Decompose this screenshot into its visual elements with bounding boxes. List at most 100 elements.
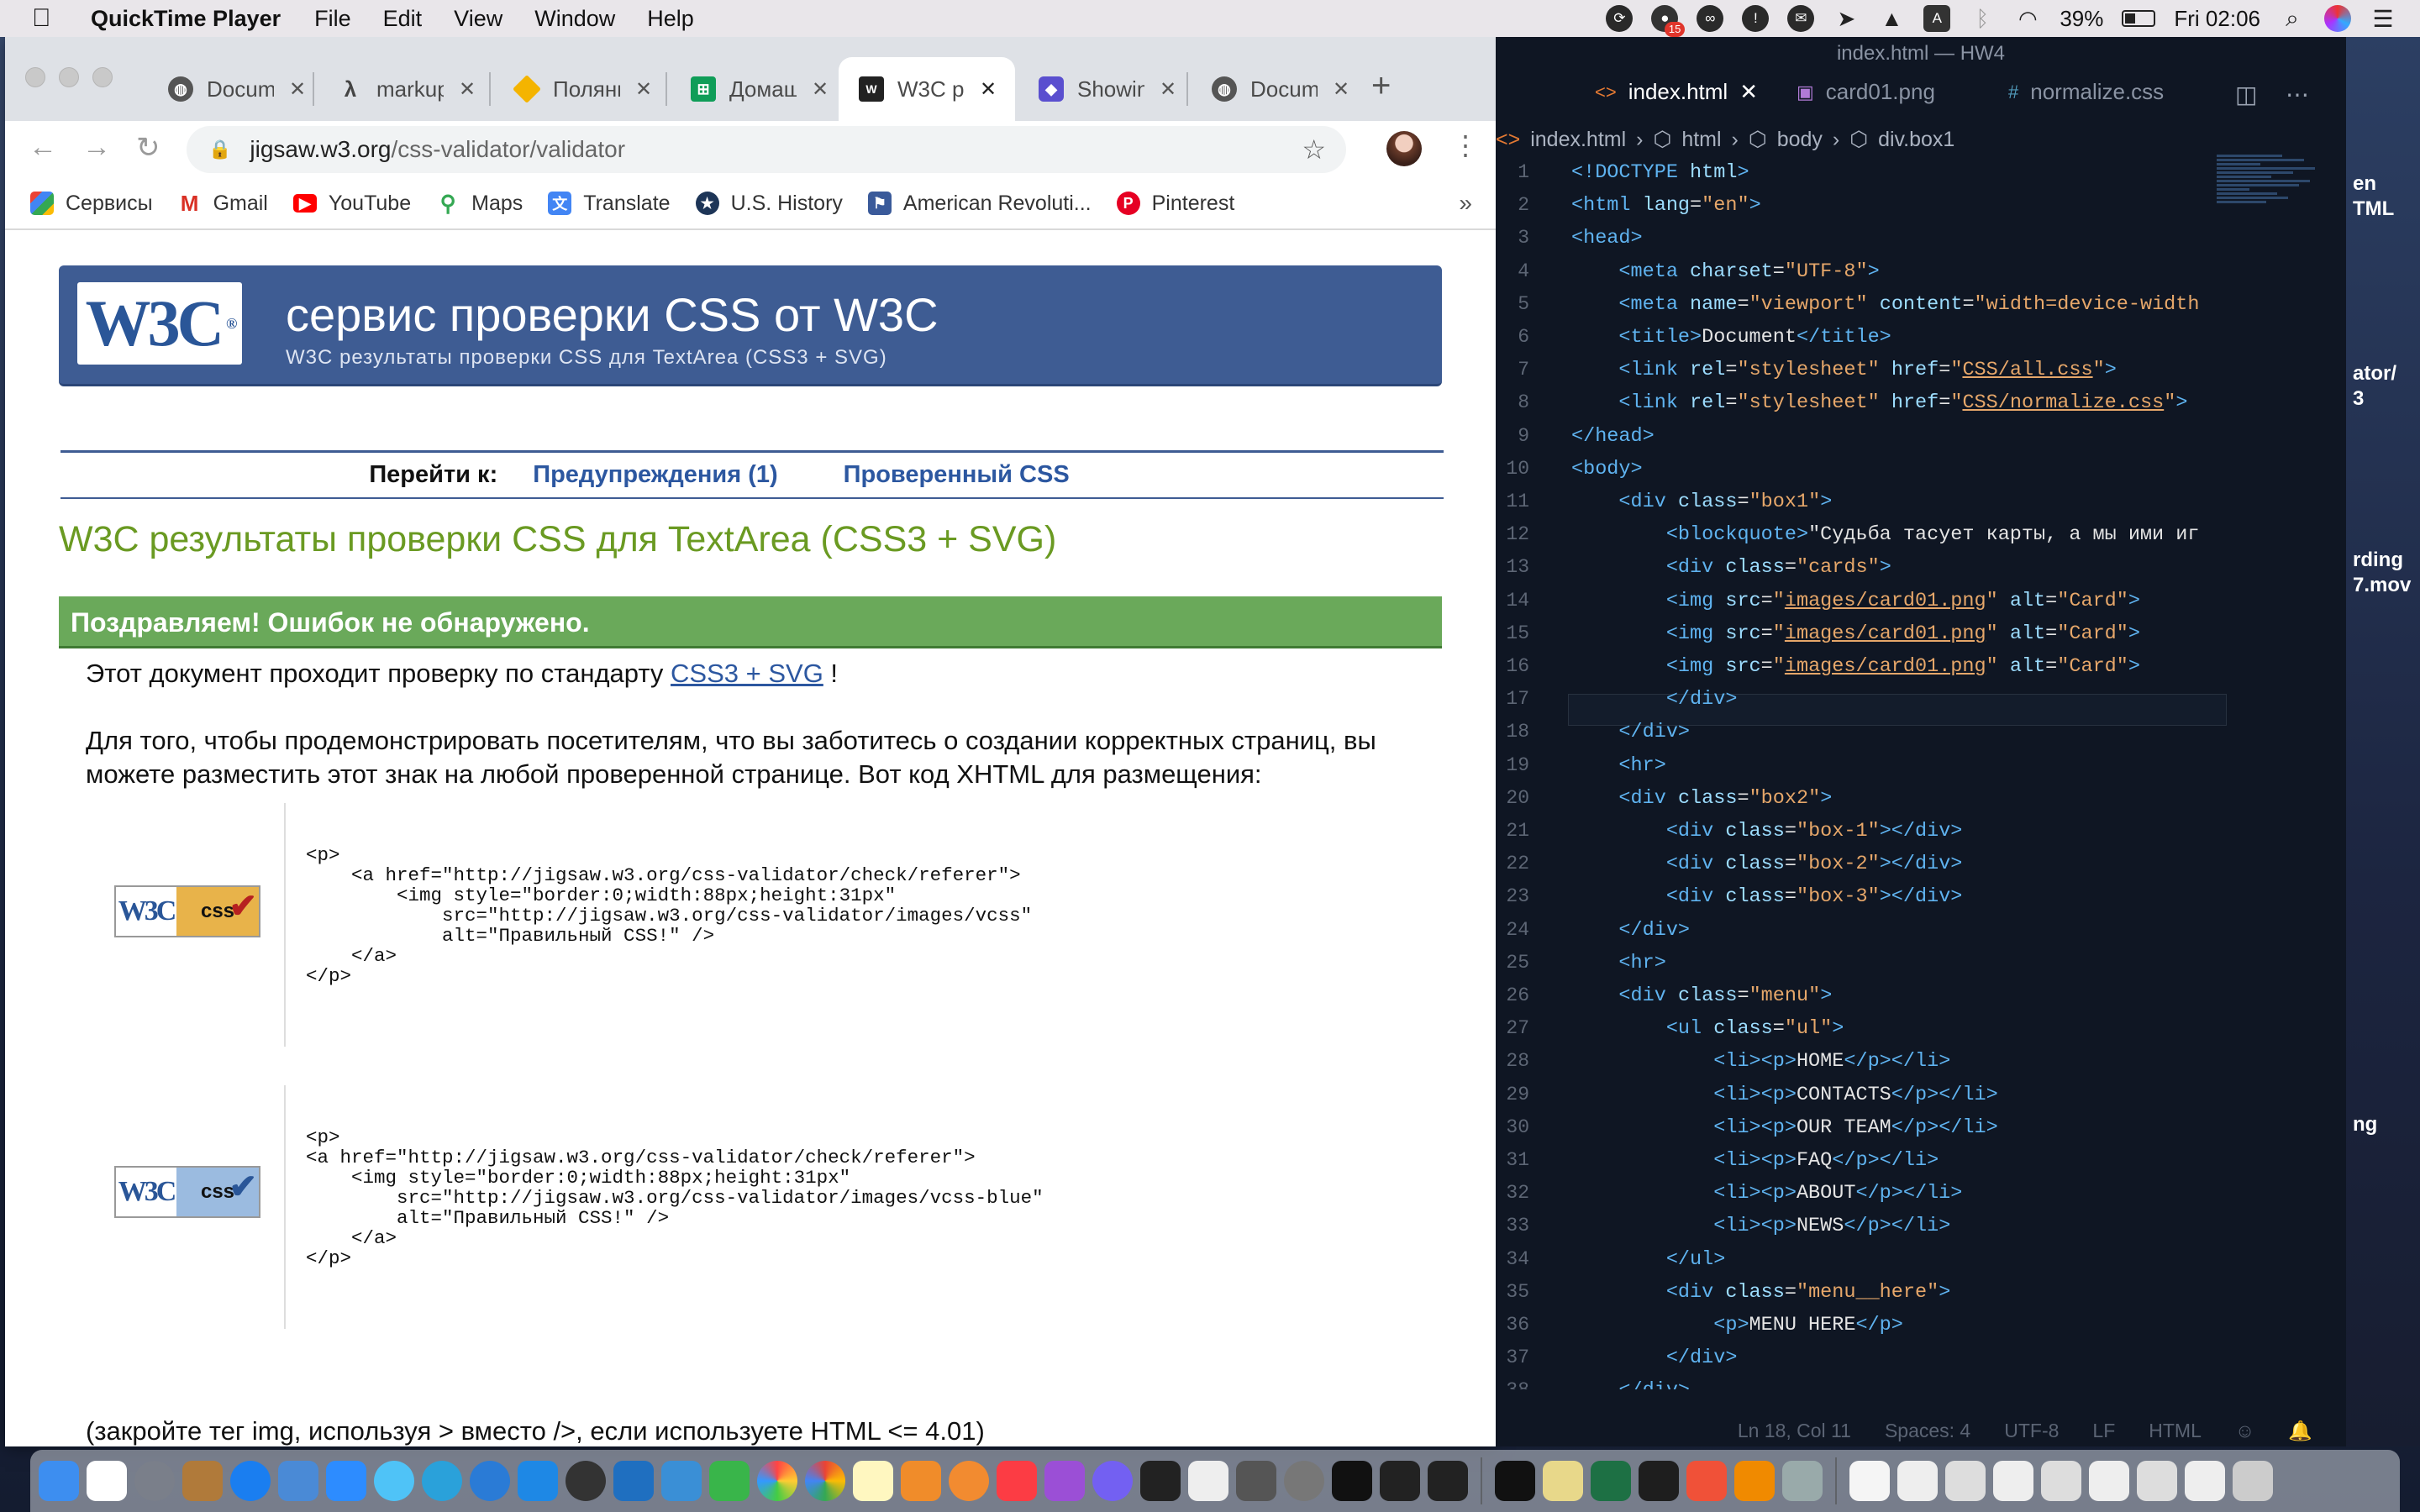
- photos-icon[interactable]: [757, 1461, 797, 1501]
- document-icon[interactable]: [2041, 1461, 2081, 1501]
- browser-menu-icon[interactable]: ⋮: [1452, 129, 1479, 161]
- calendar-icon[interactable]: [87, 1461, 127, 1501]
- bookmark-translate[interactable]: 文 Translate: [548, 192, 671, 216]
- language-mode[interactable]: HTML: [2149, 1420, 2202, 1442]
- scanner-icon[interactable]: [1782, 1461, 1823, 1501]
- code-line[interactable]: <div class="cards">: [1571, 556, 1891, 579]
- close-tab-icon[interactable]: ✕: [812, 77, 829, 102]
- tab-card01-png[interactable]: ▣ card01.png: [1797, 79, 1935, 105]
- code-editor[interactable]: 1 <!DOCTYPE html> 2 <html lang="en"> 3 <head>…: [1496, 155, 2346, 1389]
- desktop-file-label-3[interactable]: rding 7.mov: [2353, 548, 2411, 598]
- music-icon[interactable]: [997, 1461, 1037, 1501]
- document-icon[interactable]: [1993, 1461, 2033, 1501]
- bookmark-pinterest[interactable]: P Pinterest: [1116, 192, 1234, 216]
- code-line[interactable]: <img src="images/card01.png" alt="Card">: [1571, 655, 2140, 678]
- tab-normalize-css[interactable]: # normalize.css: [2008, 79, 2164, 105]
- swift-icon[interactable]: [1686, 1461, 1727, 1501]
- preview-icon[interactable]: [278, 1461, 318, 1501]
- bookmark-services[interactable]: Сервисы: [30, 192, 153, 216]
- input-source-icon[interactable]: A: [1923, 5, 1951, 32]
- address-bar[interactable]: 🔒 jigsaw.w3.org/css-validator/validator …: [187, 126, 1346, 173]
- document-icon[interactable]: [2089, 1461, 2129, 1501]
- close-tab-icon[interactable]: ✕: [980, 77, 997, 102]
- excel-icon[interactable]: [1591, 1461, 1631, 1501]
- document-icon[interactable]: [1849, 1461, 1890, 1501]
- tab-w3c-active[interactable]: W W3C p ✕: [839, 57, 1015, 121]
- vlc-icon[interactable]: [1734, 1461, 1775, 1501]
- menu-edit[interactable]: Edit: [383, 6, 423, 32]
- notification-icon[interactable]: ● 15: [1651, 5, 1686, 37]
- code-line[interactable]: <li><p>NEWS</p></li>: [1571, 1215, 1950, 1237]
- vscode-icon[interactable]: [613, 1461, 654, 1501]
- crumb-body[interactable]: body: [1777, 128, 1823, 152]
- app-store-icon[interactable]: [518, 1461, 558, 1501]
- figma-icon[interactable]: [1639, 1461, 1679, 1501]
- tab-index-html[interactable]: <> index.html ✕: [1595, 79, 1758, 105]
- tab-docum-1[interactable]: ◍ Docum ✕: [148, 57, 308, 121]
- viber-icon[interactable]: [1092, 1461, 1133, 1501]
- code-line[interactable]: <!DOCTYPE html>: [1571, 161, 1749, 184]
- launchpad-icon[interactable]: [134, 1461, 175, 1501]
- forward-arrow-icon[interactable]: →: [82, 131, 111, 164]
- crumb-html[interactable]: html: [1681, 128, 1721, 152]
- code-line[interactable]: <div class="box-3"></div>: [1571, 885, 1963, 908]
- chrome-icon[interactable]: [805, 1461, 845, 1501]
- code-line[interactable]: <li><p>CONTACTS</p></li>: [1571, 1084, 1997, 1106]
- warnings-link[interactable]: Предупреждения (1): [533, 461, 777, 489]
- code-line[interactable]: <li><p>FAQ</p></li>: [1571, 1149, 1939, 1172]
- split-editor-icon[interactable]: ◫: [2235, 81, 2257, 108]
- notes-folder-icon[interactable]: [182, 1461, 223, 1501]
- code-line[interactable]: <img src="images/card01.png" alt="Card">: [1571, 622, 2140, 645]
- bluetooth-icon[interactable]: ᛒ: [1969, 5, 1996, 32]
- shield-icon[interactable]: !: [1742, 5, 1770, 32]
- document-icon[interactable]: [2185, 1461, 2225, 1501]
- sync-app-icon[interactable]: [470, 1461, 510, 1501]
- cone-icon[interactable]: ▲: [1878, 5, 1905, 32]
- desktop-file-label-1[interactable]: en TML: [2353, 171, 2394, 222]
- document-icon[interactable]: [1945, 1461, 1986, 1501]
- code-line[interactable]: </ul>: [1571, 1248, 1726, 1271]
- close-tab-icon[interactable]: ✕: [459, 77, 476, 102]
- menu-help[interactable]: Help: [647, 6, 694, 32]
- system-preferences-icon[interactable]: [1284, 1461, 1324, 1501]
- app-name[interactable]: QuickTime Player: [91, 6, 281, 32]
- spotlight-search-icon[interactable]: ⌕: [2279, 5, 2306, 32]
- more-bookmarks-button[interactable]: »: [1459, 190, 1472, 217]
- code-line[interactable]: <blockquote>"Судьба тасует карты, а мы и…: [1571, 523, 2200, 546]
- wifi-icon[interactable]: ◠: [2014, 5, 2041, 32]
- bookmark-youtube[interactable]: ▶ YouTube: [292, 192, 411, 216]
- code-text-2[interactable]: <p> <a href="http://jigsaw.w3.org/css-va…: [306, 1127, 1044, 1268]
- validated-css-link[interactable]: Проверенный CSS: [844, 461, 1070, 489]
- code-line[interactable]: </div>: [1571, 721, 1690, 743]
- battery-icon[interactable]: [2122, 10, 2156, 27]
- tab-docum-2[interactable]: ◍ Docum ✕: [1192, 57, 1356, 121]
- zoom-window-button[interactable]: [92, 67, 113, 87]
- code-line[interactable]: <hr>: [1571, 952, 1665, 974]
- terminal-icon[interactable]: [1495, 1461, 1535, 1501]
- tab-showin[interactable]: ◆ Showin ✕: [1018, 57, 1183, 121]
- code-line[interactable]: <div class="box2">: [1571, 787, 1832, 810]
- podcasts-icon[interactable]: [1044, 1461, 1085, 1501]
- code-line[interactable]: <html lang="en">: [1571, 194, 1761, 217]
- menu-view[interactable]: View: [454, 6, 502, 32]
- profile-avatar[interactable]: [1386, 131, 1422, 166]
- siri-icon[interactable]: [2324, 5, 2351, 32]
- desktop-file-label-2[interactable]: ator/ 3: [2353, 361, 2396, 412]
- bookmark-us-history[interactable]: ★ U.S. History: [695, 192, 843, 216]
- finder-icon[interactable]: [39, 1461, 79, 1501]
- tab-markup[interactable]: λ markup ✕: [318, 57, 486, 121]
- sync-icon[interactable]: ⟳: [1606, 5, 1634, 32]
- code-line[interactable]: <div class="menu__here">: [1571, 1281, 1950, 1304]
- new-tab-button[interactable]: +: [1371, 67, 1391, 105]
- code-line[interactable]: </div>: [1571, 1379, 1690, 1389]
- safari-icon[interactable]: [230, 1461, 271, 1501]
- code-line[interactable]: <p>MENU HERE</p>: [1571, 1314, 1903, 1336]
- bookmark-american-revolution[interactable]: ⚑ American Revoluti...: [867, 192, 1092, 216]
- crumb-file[interactable]: index.html: [1530, 128, 1626, 152]
- send-icon[interactable]: ➤: [1833, 5, 1860, 32]
- archive-icon[interactable]: [1543, 1461, 1583, 1501]
- css-badge-gold[interactable]: W3C css ✔: [114, 885, 260, 937]
- encoding[interactable]: UTF-8: [2004, 1420, 2059, 1442]
- unity-icon[interactable]: [1380, 1461, 1420, 1501]
- code-line[interactable]: <head>: [1571, 227, 1643, 249]
